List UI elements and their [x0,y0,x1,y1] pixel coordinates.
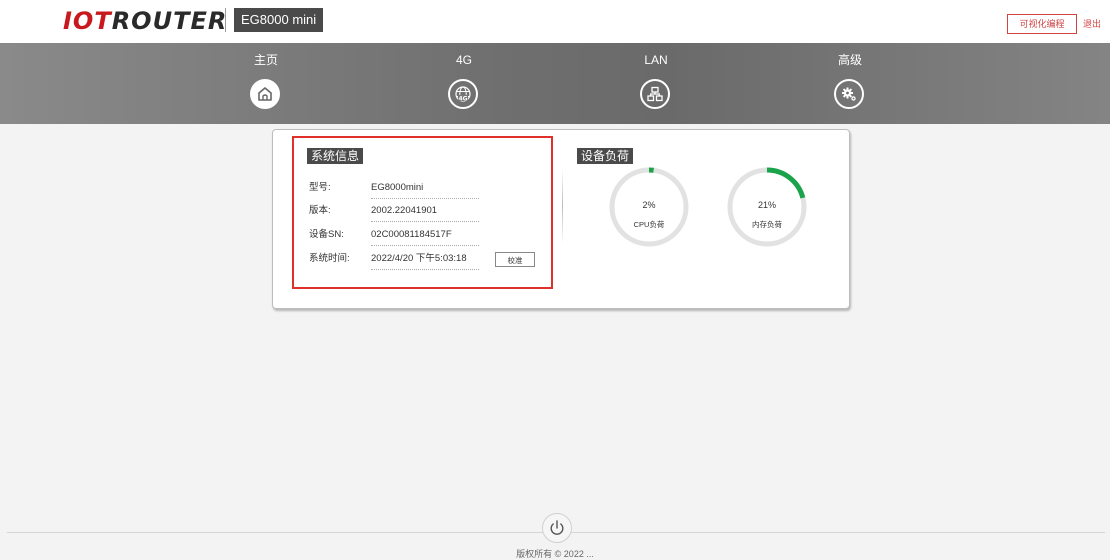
nav-item-advanced[interactable]: 高级 [810,43,890,124]
visual-programming-button[interactable]: 可视化编程 [1007,14,1077,34]
info-key: 版本: [309,205,331,216]
info-value: EG8000mini [371,182,424,193]
info-row-system-time: 系统时间: 2022/4/20 下午5:03:18 [309,250,479,270]
calibrate-button[interactable]: 校准 [495,252,535,267]
top-bar: IOTROUTER EG8000 mini 可视化编程 退出 [0,0,1110,43]
cpu-load-label: CPU负荷 [633,220,665,229]
nav-item-lan[interactable]: LAN [616,43,696,124]
info-key: 系统时间: [309,253,350,264]
nav-item-4g[interactable]: 4G 4G [424,43,504,124]
power-icon [550,520,564,535]
network-icon [640,79,670,109]
row-divider [371,245,479,246]
info-row-sn: 设备SN: 02C00081184517F [309,226,479,246]
device-load-title: 设备负荷 [577,148,634,164]
globe-4g-icon: 4G [448,79,478,109]
info-value: 02C00081184517F [371,229,452,240]
memory-load-label: 内存负荷 [752,220,782,229]
info-row-version: 版本: 2002.22041901 [309,202,479,222]
row-divider [371,198,479,199]
copyright-text: 版权所有 © 2022 ... [516,549,594,559]
info-value: 2022/4/20 下午5:03:18 [371,253,467,264]
svg-text:4G: 4G [458,96,467,103]
nav-label: 高级 [837,53,862,67]
section-divider [562,168,563,244]
nav-label: 4G [455,53,472,67]
info-row-model: 型号: EG8000mini [309,179,479,199]
system-info-title: 系统信息 [307,148,364,164]
cpu-load-percent: 2% [642,200,656,210]
main-nav: 主页 4G 4G LAN 高级 [0,43,1110,124]
nav-label: 主页 [253,53,278,67]
info-key: 设备SN: [309,229,344,240]
row-divider [371,269,479,270]
brand-logo: IOTROUTER [63,7,228,35]
gears-icon [834,79,864,109]
memory-load-percent: 21% [757,200,776,210]
row-divider [371,221,479,222]
info-key: 型号: [309,182,331,193]
logo-divider [225,8,226,32]
logout-link[interactable]: 退出 [1083,14,1101,32]
info-value: 2002.22041901 [371,205,438,216]
model-badge: EG8000 mini [234,8,324,32]
power-button[interactable] [542,513,572,543]
home-icon [250,79,280,109]
nav-item-home[interactable]: 主页 [226,43,306,124]
nav-label: LAN [644,53,668,67]
